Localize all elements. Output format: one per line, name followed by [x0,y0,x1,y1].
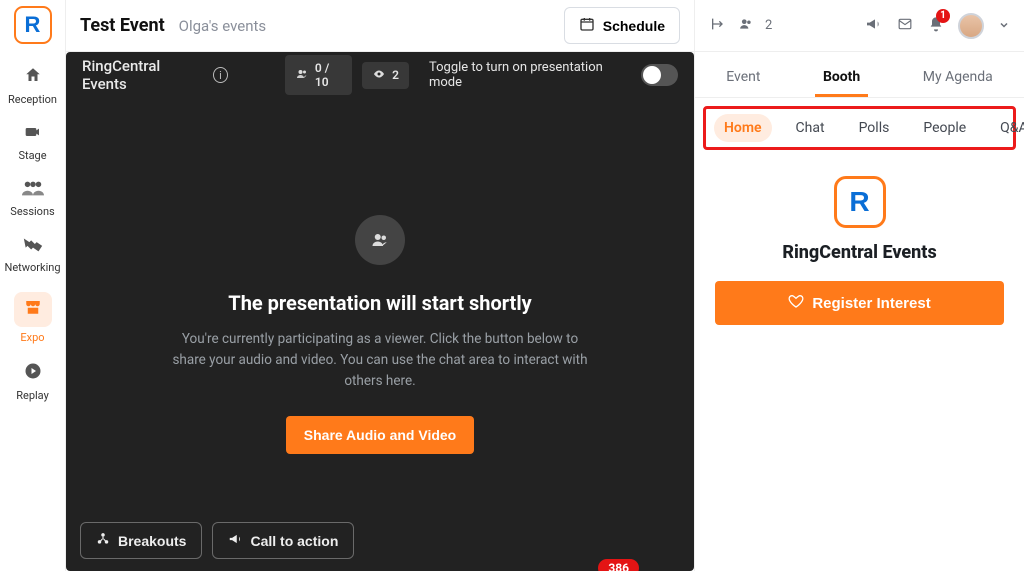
calendar-icon [579,16,595,35]
group-icon [22,180,44,201]
top-bar: Test Event Olga's events Schedule [66,0,694,52]
subtab-polls[interactable]: Polls [849,114,900,142]
attendees-icon[interactable] [737,16,755,35]
cta-label: Call to action [250,533,338,549]
people-icon [295,68,309,83]
share-av-button[interactable]: Share Audio and Video [286,416,474,454]
presentation-subtext: You're currently participating as a view… [170,329,590,392]
booth-logo: R [834,176,886,228]
notifications-badge: 1 [936,9,950,23]
breakouts-button[interactable]: Breakouts [80,522,202,559]
nav-networking[interactable]: Networking [0,226,65,282]
viewers-text: 2 [392,68,399,82]
schedule-label: Schedule [603,18,665,34]
tab-booth[interactable]: Booth [815,69,868,97]
left-nav: R Reception Stage Sessions Networking [0,0,66,571]
presentation-toggle[interactable] [641,64,678,86]
handshake-icon [22,236,44,257]
subtab-home[interactable]: Home [714,114,772,142]
attendees-count: 2 [765,18,772,33]
megaphone-icon [228,532,242,549]
heart-icon [788,293,804,313]
tab-my-agenda[interactable]: My Agenda [915,69,1001,97]
breakouts-icon [96,532,110,549]
cta-button[interactable]: Call to action [212,522,354,559]
right-top-bar: 2 1 [695,0,1024,52]
nav-stage[interactable]: Stage [0,114,65,170]
nav-label: Reception [8,93,57,106]
messages-icon[interactable] [896,16,914,35]
camera-icon [23,124,43,145]
home-icon [23,66,43,89]
register-interest-button[interactable]: Register Interest [715,281,1004,325]
announcements-icon[interactable] [864,16,882,36]
breakouts-label: Breakouts [118,533,186,549]
nav-label: Stage [18,149,46,162]
stage-title: RingCentral Events [82,57,199,93]
play-icon [24,362,42,385]
presentation-toggle-label: Toggle to turn on presentation mode [429,60,623,90]
subtab-qa[interactable]: Q&A [990,114,1024,142]
nav-reception[interactable]: Reception [0,56,65,114]
nav-sessions[interactable]: Sessions [0,170,65,226]
leave-icon[interactable] [709,16,727,36]
register-label: Register Interest [812,295,930,312]
nav-replay[interactable]: Replay [0,352,65,410]
tab-event[interactable]: Event [718,69,768,97]
booth-title: RingCentral Events [782,242,936,263]
event-subtitle: Olga's events [179,17,266,35]
event-title: Test Event [80,15,165,36]
schedule-button[interactable]: Schedule [564,7,680,44]
right-panel-tabs: Event Booth My Agenda [695,52,1024,98]
info-icon[interactable]: i [213,67,228,83]
stage-panel: RingCentral Events i 0 / 10 2 [66,52,694,571]
booth-sub-tabs: Home Chat Polls People Q&A [703,106,1016,150]
viewers-chip[interactable]: 2 [362,62,409,89]
nav-label: Replay [16,389,49,402]
subtab-people[interactable]: People [913,114,976,142]
presentation-heading: The presentation will start shortly [228,291,531,315]
booth-icon [14,292,52,327]
participants-chip[interactable]: 0 / 10 [285,55,352,95]
stage-header: RingCentral Events i 0 / 10 2 [66,52,694,98]
nav-label: Expo [20,331,44,344]
chevron-down-icon[interactable] [998,16,1010,35]
nav-label: Sessions [10,205,54,218]
nav-expo[interactable]: Expo [0,282,65,352]
footer-counter-badge[interactable]: 386 [598,559,639,571]
nav-label: Networking [4,261,60,274]
user-avatar[interactable] [958,13,984,39]
app-logo[interactable]: R [14,6,52,44]
audience-icon [355,215,405,265]
subtab-chat[interactable]: Chat [786,114,835,142]
notifications-icon[interactable]: 1 [928,15,944,37]
eye-icon [372,68,386,83]
participants-text: 0 / 10 [315,61,342,89]
